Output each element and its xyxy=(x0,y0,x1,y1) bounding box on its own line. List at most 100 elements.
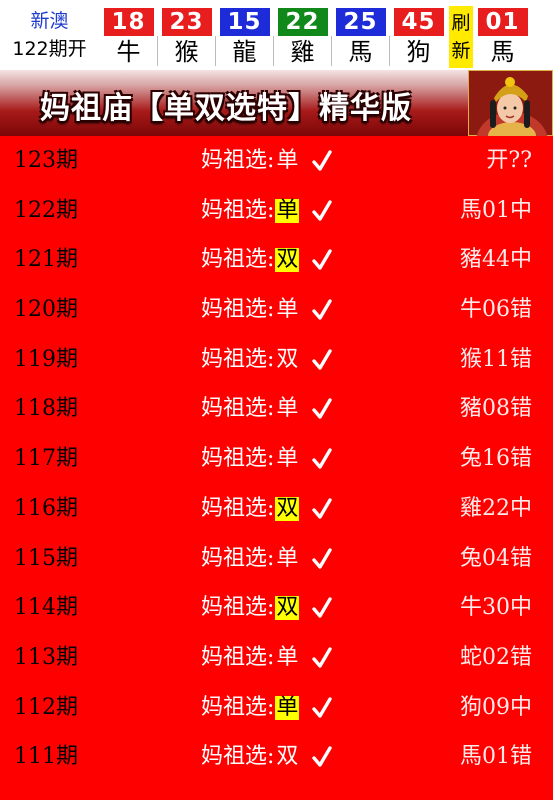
check-icon xyxy=(311,348,333,372)
check-icon xyxy=(311,646,333,670)
ball-zodiac: 牛 xyxy=(116,38,141,66)
row-pick: 妈祖选: 单 xyxy=(201,394,333,424)
row-pick-value: 单 xyxy=(276,446,299,472)
prediction-row: 121期 妈祖选: 双 豬44中 xyxy=(0,235,553,285)
row-pick-label: 妈祖选: xyxy=(201,744,275,770)
row-result: 蛇02错 xyxy=(460,644,532,670)
row-result: 开?? xyxy=(486,148,532,173)
check-icon xyxy=(311,397,333,421)
prediction-row: 123期 妈祖选: 单 开?? xyxy=(0,136,553,186)
row-issue: 112期 xyxy=(14,694,78,720)
row-result: 馬01中 xyxy=(460,197,532,223)
special-ball-zodiac: 馬 xyxy=(490,38,515,66)
row-pick-value: 双 xyxy=(275,595,300,621)
ball-number: 18 xyxy=(103,8,154,36)
row-pick-value: 单 xyxy=(275,694,300,720)
row-result: 豬08错 xyxy=(460,396,532,422)
row-pick-label: 妈祖选: xyxy=(201,297,275,323)
prediction-row: 114期 妈祖选: 双 牛30中 xyxy=(0,583,553,633)
row-pick-label: 妈祖选: xyxy=(201,346,275,372)
row-result: 牛06错 xyxy=(460,297,532,323)
row-result: 狗09中 xyxy=(460,694,532,720)
row-issue: 122期 xyxy=(14,197,78,223)
ball-number: 45 xyxy=(393,8,444,36)
banner: 妈祖庙【单双选特】精华版 xyxy=(0,70,553,136)
ball: 45 狗 xyxy=(389,0,447,70)
check-icon xyxy=(311,248,333,272)
ball-number: 23 xyxy=(161,8,212,36)
row-pick: 妈祖选: 单 xyxy=(201,196,333,226)
check-icon xyxy=(311,447,333,471)
row-pick: 妈祖选: 双 xyxy=(201,345,333,375)
check-icon xyxy=(311,199,333,223)
check-icon xyxy=(311,298,333,322)
row-pick-label: 妈祖选: xyxy=(201,197,275,223)
ball-divider xyxy=(331,36,332,66)
ball-divider xyxy=(215,36,216,66)
row-pick-value: 双 xyxy=(276,346,299,372)
row-pick-label: 妈祖选: xyxy=(201,495,275,521)
row-pick: 妈祖选: 双 xyxy=(201,742,333,772)
prediction-row: 122期 妈祖选: 单 馬01中 xyxy=(0,186,553,236)
ball-zodiac: 猴 xyxy=(174,38,199,66)
row-pick-value: 单 xyxy=(276,396,299,422)
prediction-row: 111期 妈祖选: 双 馬01错 xyxy=(0,732,553,782)
row-result: 兔04错 xyxy=(460,545,532,571)
refresh-button[interactable]: 刷 新 xyxy=(449,6,473,68)
row-issue: 119期 xyxy=(14,346,78,372)
refresh-label-2: 新 xyxy=(451,40,471,62)
row-pick-value: 双 xyxy=(276,744,299,770)
ball-zodiac: 龍 xyxy=(232,38,257,66)
banner-title: 妈祖庙【单双选特】精华版 xyxy=(40,91,412,126)
draw-issue-label: 122期开 xyxy=(12,38,87,60)
ball-zodiac: 馬 xyxy=(348,38,373,66)
row-pick: 妈祖选: 单 xyxy=(201,146,333,176)
row-pick: 妈祖选: 双 xyxy=(201,593,333,623)
row-pick-value: 双 xyxy=(275,495,300,521)
refresh-label-1: 刷 xyxy=(451,12,471,34)
check-icon xyxy=(311,596,333,620)
row-pick-label: 妈祖选: xyxy=(201,148,275,173)
row-pick-value: 单 xyxy=(276,644,299,670)
row-pick: 妈祖选: 单 xyxy=(201,544,333,574)
row-issue: 111期 xyxy=(14,744,78,770)
row-result: 牛30中 xyxy=(460,595,532,621)
row-issue: 114期 xyxy=(14,595,78,621)
ball-zodiac: 雞 xyxy=(290,38,315,66)
mazu-goddess-image xyxy=(468,70,553,136)
prediction-row: 116期 妈祖选: 双 雞22中 xyxy=(0,484,553,534)
row-result: 雞22中 xyxy=(460,495,532,521)
draw-result-bar: 新澳 122期开 18 牛 23 猴 15 龍 22 雞 25 馬 45 狗 刷 新 01 馬 xyxy=(0,0,553,70)
prediction-row: 112期 妈祖选: 单 狗09中 xyxy=(0,683,553,733)
ball-divider xyxy=(157,36,158,66)
check-icon xyxy=(311,149,333,173)
row-pick-label: 妈祖选: xyxy=(201,595,275,621)
check-icon xyxy=(311,745,333,769)
ball: 18 牛 xyxy=(100,0,157,70)
special-ball: 01 馬 xyxy=(474,0,531,70)
draw-info: 新澳 122期开 xyxy=(0,0,99,70)
row-pick-value: 单 xyxy=(275,197,300,223)
check-icon xyxy=(311,497,333,521)
row-pick: 妈祖选: 双 xyxy=(201,245,333,275)
row-result: 豬44中 xyxy=(460,247,532,273)
row-pick-value: 单 xyxy=(276,297,299,323)
ball: 23 猴 xyxy=(157,0,215,70)
prediction-row: 118期 妈祖选: 单 豬08错 xyxy=(0,384,553,434)
row-issue: 116期 xyxy=(14,495,78,521)
row-issue: 113期 xyxy=(14,644,78,670)
ball-number: 22 xyxy=(277,8,328,36)
row-issue: 117期 xyxy=(14,446,78,472)
row-pick-label: 妈祖选: xyxy=(201,247,275,273)
prediction-row: 115期 妈祖选: 单 兔04错 xyxy=(0,534,553,584)
ball-list: 18 牛 23 猴 15 龍 22 雞 25 馬 45 狗 xyxy=(99,0,447,70)
row-pick-value: 单 xyxy=(276,545,299,571)
ball: 15 龍 xyxy=(215,0,273,70)
row-pick: 妈祖选: 双 xyxy=(201,494,333,524)
row-pick-label: 妈祖选: xyxy=(201,694,275,720)
ball-divider xyxy=(273,36,274,66)
row-pick-value: 单 xyxy=(276,148,299,173)
row-result: 猴11错 xyxy=(460,346,532,372)
prediction-list: 123期 妈祖选: 单开?? 122期 妈祖选: 单馬01中 121期 妈祖选: 双豬44中 12… xyxy=(0,136,553,782)
prediction-row: 117期 妈祖选: 单 兔16错 xyxy=(0,434,553,484)
